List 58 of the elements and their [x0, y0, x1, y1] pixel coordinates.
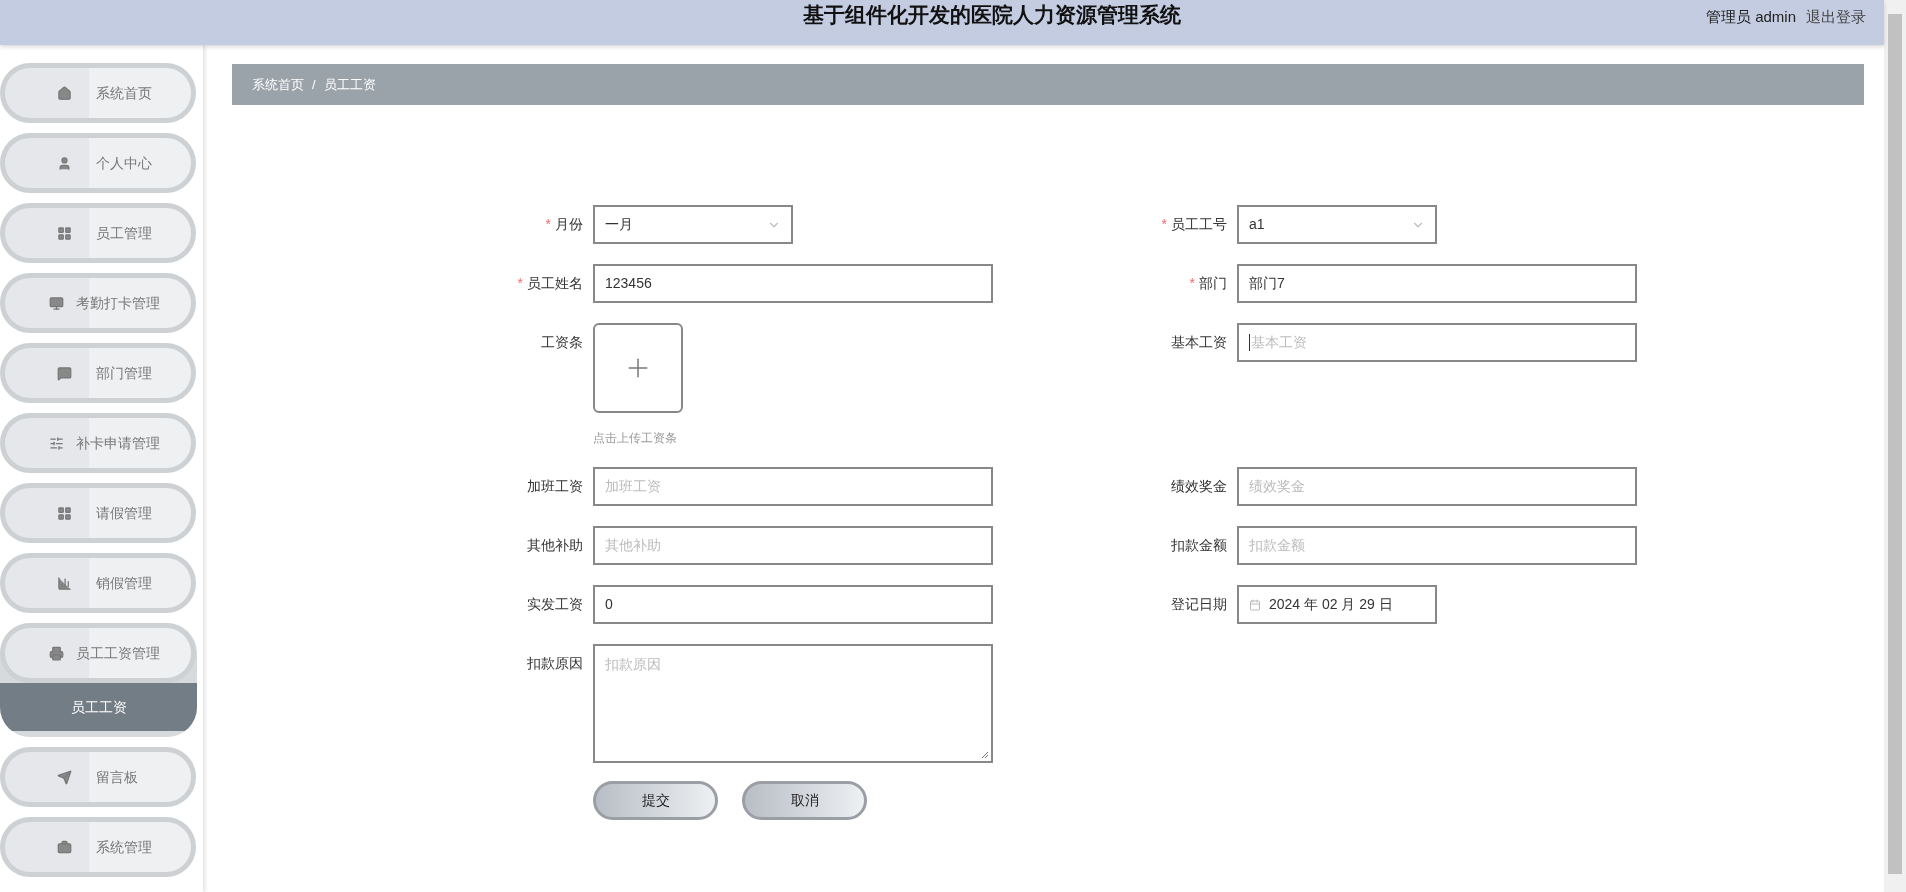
- field-label: 员工姓名: [527, 274, 583, 293]
- briefcase-icon: [57, 839, 72, 855]
- date-field[interactable]: 2024 年 02 月 29 日: [1237, 585, 1437, 624]
- app-title: 基于组件化开发的医院人力资源管理系统: [803, 1, 1181, 28]
- submit-button[interactable]: 提交: [593, 781, 718, 820]
- monitor-icon: [49, 295, 64, 311]
- breadcrumb-link[interactable]: 员工工资: [323, 74, 376, 95]
- resize-handle-icon[interactable]: [980, 750, 989, 759]
- breadcrumb-link[interactable]: 系统首页: [252, 74, 304, 95]
- sidebar-item[interactable]: 请假管理: [0, 483, 196, 543]
- sidebar-subitem[interactable]: 员工工资: [0, 683, 197, 731]
- input-field[interactable]: 123456: [593, 264, 993, 303]
- sliders-icon: [49, 435, 64, 451]
- sidebar-item[interactable]: 部门管理: [0, 343, 196, 403]
- required-mark: *: [1161, 215, 1167, 234]
- field-label: 绩效奖金: [1171, 477, 1227, 496]
- field-label: 加班工资: [527, 477, 583, 496]
- field-label: 实发工资: [527, 595, 583, 614]
- logout-link[interactable]: 退出登录: [1806, 6, 1866, 29]
- cancel-button[interactable]: 取消: [742, 781, 867, 820]
- sidebar-item[interactable]: 系统管理: [0, 817, 196, 877]
- field-label: 扣款原因: [527, 654, 583, 673]
- grid-icon: [57, 505, 72, 521]
- printer-icon: [49, 645, 64, 661]
- field-label: 工资条: [541, 333, 583, 352]
- sidebar-item[interactable]: 员工工资管理: [0, 623, 196, 683]
- select-field[interactable]: a1: [1237, 205, 1437, 244]
- sidebar-item[interactable]: 员工管理: [0, 203, 196, 263]
- chat-icon: [57, 365, 72, 381]
- select-field[interactable]: 一月: [593, 205, 793, 244]
- sidebar-item[interactable]: 考勤打卡管理: [0, 273, 196, 333]
- sidebar-item[interactable]: 留言板: [0, 747, 196, 807]
- input-field[interactable]: 部门7: [1237, 264, 1637, 303]
- sidebar-item[interactable]: 个人中心: [0, 133, 196, 193]
- field-label: 登记日期: [1171, 595, 1227, 614]
- field-label: 月份: [555, 215, 583, 234]
- field-label: 部门: [1199, 274, 1227, 293]
- input-field[interactable]: 0: [593, 585, 993, 624]
- required-mark: *: [545, 215, 551, 234]
- breadcrumb-separator: /: [312, 75, 316, 94]
- sidebar-item[interactable]: 补卡申请管理: [0, 413, 196, 473]
- field-label: 基本工资: [1171, 333, 1227, 352]
- calendar-icon: [1249, 598, 1261, 611]
- sidebar-item[interactable]: 系统首页: [0, 63, 196, 123]
- sidebar-item[interactable]: 销假管理: [0, 553, 196, 613]
- user-icon: [57, 155, 72, 171]
- upload-box[interactable]: [593, 323, 683, 413]
- send-icon: [57, 769, 72, 785]
- required-mark: *: [517, 274, 523, 293]
- user-label: 管理员 admin: [1705, 7, 1796, 27]
- upload-hint: 点击上传工资条: [593, 430, 678, 447]
- required-mark: *: [1189, 274, 1195, 293]
- scrollbar[interactable]: [1884, 0, 1906, 892]
- field-label: 员工工号: [1171, 215, 1227, 234]
- home-icon: [57, 85, 72, 101]
- field-label: 其他补助: [527, 536, 583, 555]
- field-label: 扣款金额: [1171, 536, 1227, 555]
- grid-icon: [57, 225, 72, 241]
